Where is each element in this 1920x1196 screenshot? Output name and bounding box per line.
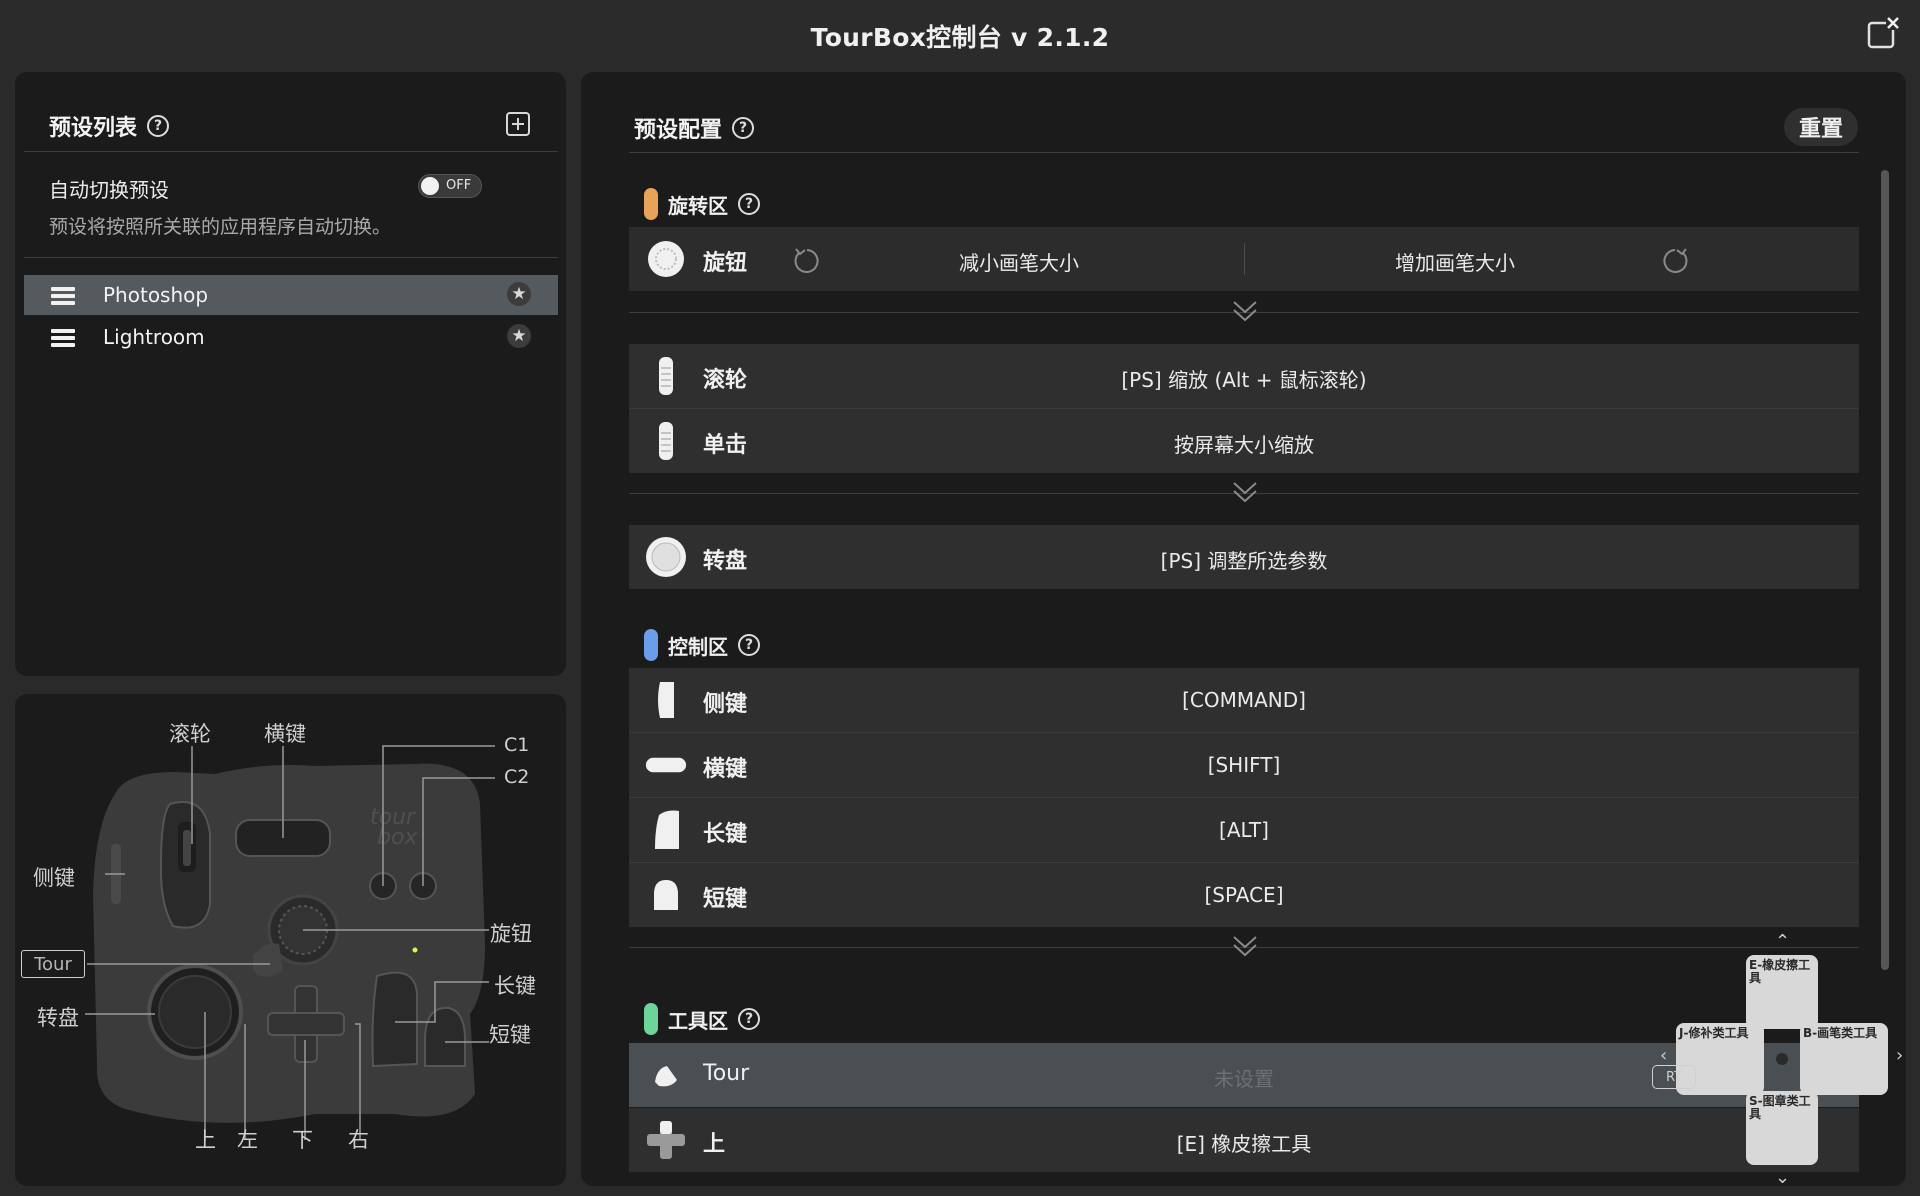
star-icon[interactable]: ★ [507,324,531,348]
label-long: 长键 [494,974,536,998]
expand-toggle[interactable] [629,298,1859,328]
horizontal-key-row[interactable]: 横键 [SHIFT] [629,733,1859,797]
label-knob: 旋钮 [490,922,532,946]
zone-color-marker [644,1003,658,1035]
auto-switch-toggle[interactable]: OFF [418,174,482,198]
drag-handle-icon[interactable] [51,287,75,305]
preset-name: Lightroom [103,325,205,349]
label-side: 侧键 [33,866,75,890]
divider [24,151,558,152]
tourbox-device-image: tour box [85,745,495,1140]
knob-icon [645,238,687,280]
chevron-up-icon[interactable]: ⌃ [1775,931,1790,952]
chevron-left-icon[interactable]: ‹ [1660,1045,1667,1066]
expand-toggle[interactable] [629,479,1859,509]
help-icon[interactable]: ? [738,1008,760,1030]
chevron-double-down-icon [1233,936,1257,957]
rotation-zone-header: 旋转区 ? [644,188,760,220]
scroll-action: [PS] 缩放 (Alt + 鼠标滚轮) [1121,368,1367,392]
drag-handle-icon[interactable] [51,329,75,347]
auto-switch-description: 预设将按照所关联的应用程序自动切换。 [49,216,392,238]
label-dial: 转盘 [37,1006,79,1030]
chevron-double-down-icon [1233,482,1257,503]
device-diagram: tour box 滚轮 横键 C1 C2 侧键 旋钮 Tour 长键 转盘 短键… [15,694,566,1186]
label-left: 左 [237,1128,258,1152]
divider [24,257,558,258]
scrollbar[interactable] [1881,170,1889,970]
scroll-row[interactable]: 滚轮 [PS] 缩放 (Alt + 鼠标滚轮) [629,344,1859,408]
zone-color-marker [644,629,658,661]
help-icon[interactable]: ? [738,193,760,215]
horizontal-key-action: [SHIFT] [1207,753,1281,777]
dpad-right-button[interactable]: B-画笔类工具 [1800,1023,1888,1095]
preset-config-title: 预设配置 [634,118,723,143]
short-key-action: [SPACE] [1204,883,1284,907]
knob-label: 旋钮 [703,251,748,276]
help-icon[interactable]: ? [738,634,760,656]
star-icon[interactable]: ★ [507,282,531,306]
toggle-state: OFF [446,178,472,193]
toggle-knob [421,177,439,195]
preset-config-header: 预设配置 ? [634,112,755,144]
long-key-action: [ALT] [1219,818,1269,842]
label-down: 下 [292,1128,313,1152]
click-row[interactable]: 单击 按屏幕大小缩放 [629,409,1859,473]
divider [1244,243,1245,275]
help-icon[interactable]: ? [147,115,170,137]
dial-row[interactable]: 转盘 [PS] 调整所选参数 [629,525,1859,589]
preset-list-title: 预设列表 [49,116,138,141]
preset-name: Photoshop [103,283,209,307]
popout-icon[interactable] [1866,16,1900,50]
rotate-ccw-icon [794,248,819,273]
chevron-right-icon[interactable]: › [1896,1045,1903,1066]
device-diagram-panel: tour box 滚轮 横键 C1 C2 侧键 旋钮 Tour 长键 转盘 短键… [15,694,566,1186]
divider [629,152,1859,153]
help-icon[interactable]: ? [732,117,755,139]
preset-item-lightroom[interactable]: Lightroom ★ [24,317,558,357]
label-up: 上 [195,1128,216,1152]
label-c1: C1 [504,734,530,756]
dpad-center [1776,1053,1788,1065]
auto-switch-label: 自动切换预设 [49,178,169,202]
chevron-double-down-icon [1233,301,1257,322]
knob-row[interactable]: 旋钮 减小画笔大小 增加画笔大小 [629,227,1859,291]
reset-button[interactable]: 重置 [1784,108,1858,146]
side-key-action: [COMMAND] [1182,688,1306,712]
label-short: 短键 [489,1023,531,1047]
chevron-down-icon[interactable]: ⌄ [1775,1167,1790,1188]
preset-list-header: 预设列表 ? [49,110,170,142]
dpad-bottom-button[interactable]: S-图章类工具 [1746,1091,1818,1165]
label-tour: Tour [21,950,85,978]
dpad-overlay: ⌃ E-橡皮擦工具 J-修补类工具 B-画笔类工具 S-图章类工具 ‹ › ⌄ … [1652,931,1912,1188]
preset-item-photoshop[interactable]: Photoshop ★ [24,275,558,315]
preset-list-panel: 预设列表 ? 自动切换预设 OFF 预设将按照所关联的应用程序自动切换。 Pho… [15,72,566,676]
knob-left-action[interactable]: 减小画笔大小 [869,247,1169,276]
short-key-row[interactable]: 短键 [SPACE] [629,863,1859,927]
tool-zone-header: 工具区 ? [644,1003,760,1035]
zone-title: 控制区 [668,634,728,659]
title-bar: TourBox控制台 v 2.1.2 [0,0,1920,70]
zone-title: 旋转区 [668,193,728,218]
dial-action: [PS] 调整所选参数 [1160,549,1328,573]
click-action: 按屏幕大小缩放 [1174,433,1314,457]
zone-color-marker [644,188,658,220]
label-scroll: 滚轮 [169,722,211,746]
side-key-row[interactable]: 侧键 [COMMAND] [629,668,1859,732]
label-horizontal: 横键 [264,722,306,746]
window-title: TourBox控制台 v 2.1.2 [810,23,1110,52]
zone-title: 工具区 [668,1008,728,1033]
add-preset-button[interactable] [506,112,530,136]
dpad-top-button[interactable]: E-橡皮擦工具 [1746,955,1818,1029]
long-key-row[interactable]: 长键 [ALT] [629,798,1859,862]
rt-badge: RT [1652,1065,1696,1089]
knob-right-action[interactable]: 增加画笔大小 [1305,247,1605,276]
control-zone-header: 控制区 ? [644,629,760,661]
rotate-cw-icon [1663,248,1688,273]
label-right: 右 [348,1128,369,1152]
label-c2: C2 [504,766,530,788]
